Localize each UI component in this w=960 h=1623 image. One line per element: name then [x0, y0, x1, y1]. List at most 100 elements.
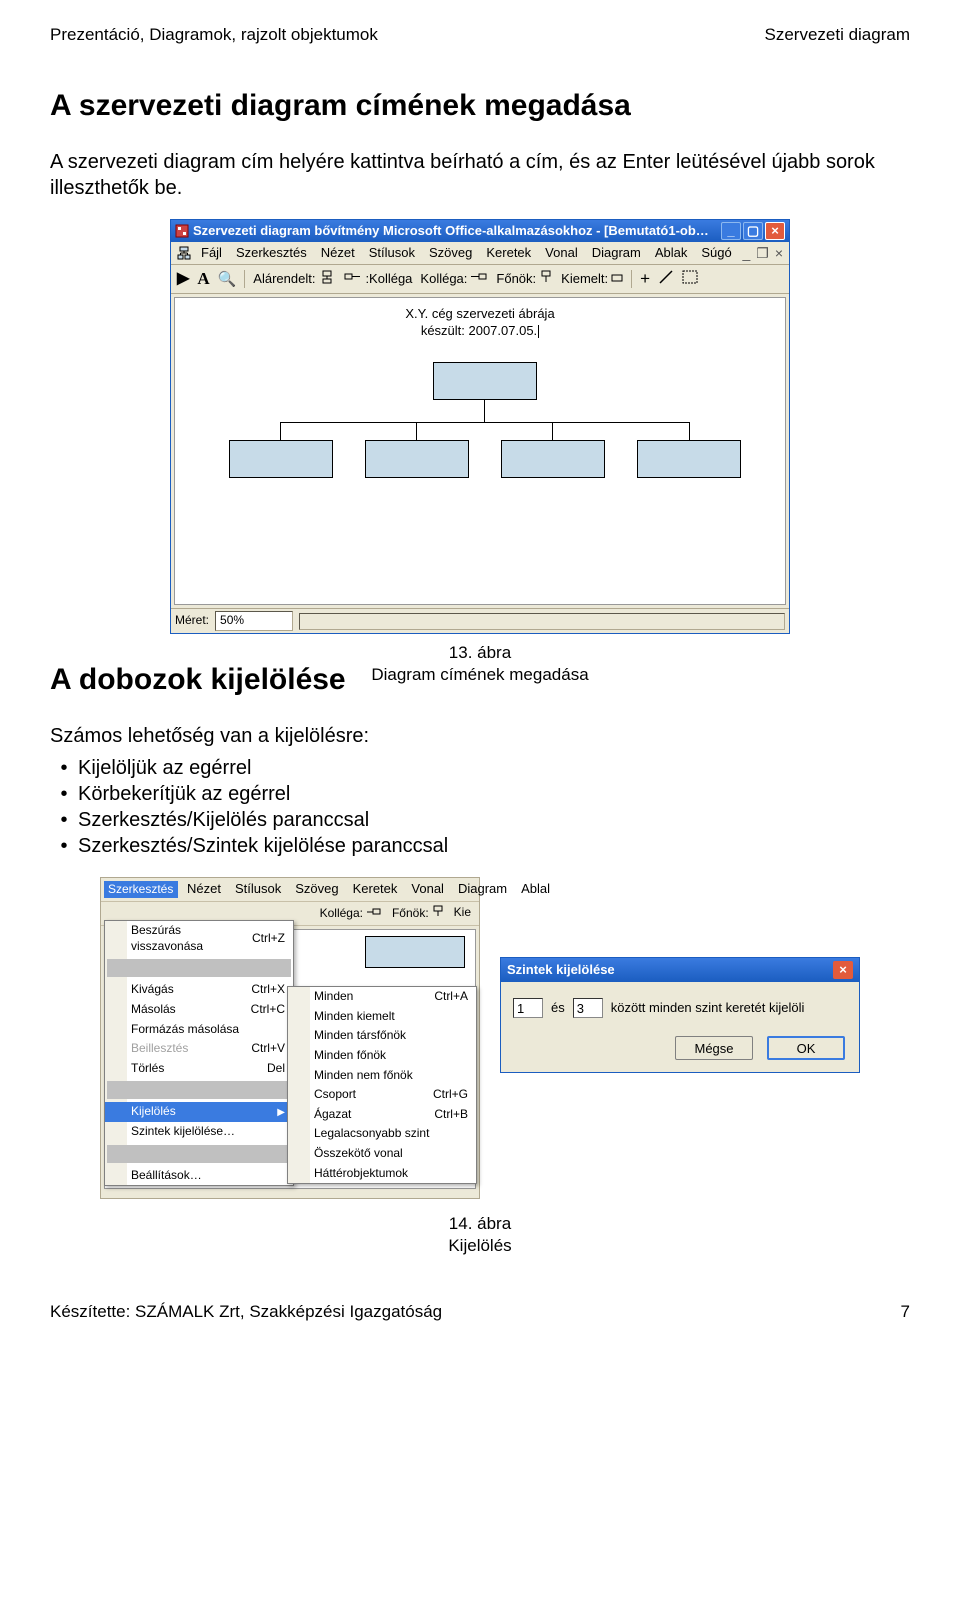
minimize-button[interactable]: _ — [721, 222, 741, 240]
maximize-button[interactable]: ▢ — [743, 222, 763, 240]
menu2-keretek[interactable]: Keretek — [353, 881, 398, 898]
levels-dialog: Szintek kijelölése × és között minden sz… — [500, 957, 860, 1073]
menu2-szoveg[interactable]: Szöveg — [295, 881, 338, 898]
sm-all-coworkers[interactable]: Minden társfőnök — [288, 1026, 476, 1046]
tool-colleague-right[interactable]: Kolléga: — [420, 271, 488, 288]
tool-line-icon[interactable] — [658, 269, 674, 290]
mdi-bar: Fájl Szerkesztés Nézet Stílusok Szöveg K… — [171, 242, 789, 265]
menu2-nezet[interactable]: Nézet — [187, 881, 221, 898]
tool-subordinate[interactable]: Alárendelt: — [253, 270, 336, 289]
colleague-left-icon — [344, 271, 362, 288]
menu-ablak[interactable]: Ablak — [655, 245, 688, 262]
dd-separator — [107, 1145, 291, 1163]
chart-title[interactable]: X.Y. cég szervezeti ábrája készült: 2007… — [175, 306, 785, 340]
page-header: Prezentáció, Diagramok, rajzolt objektum… — [50, 24, 910, 46]
menu-szerkesztes-highlight[interactable]: Szerkesztés — [104, 881, 178, 898]
toolbar: ▶ A 🔍 Alárendelt: :Kolléga Kolléga: Főnö… — [171, 265, 789, 294]
bullet-item: Körbekerítjük az egérrel — [50, 781, 910, 807]
dd-copy[interactable]: MásolásCtrl+C — [105, 1000, 293, 1020]
sm-all[interactable]: MindenCtrl+A — [288, 987, 476, 1007]
mdi-minimize-icon[interactable]: _ — [742, 244, 750, 262]
org-box[interactable] — [365, 936, 465, 968]
window-titlebar[interactable]: Szervezeti diagram bővítmény Microsoft O… — [171, 220, 789, 242]
dialog-close-button[interactable]: × — [833, 961, 853, 979]
sm-all-nonmanagers[interactable]: Minden nem főnök — [288, 1066, 476, 1086]
dialog-titlebar[interactable]: Szintek kijelölése × — [501, 958, 859, 982]
bullet-list: Kijelöljük az egérrel Körbekerítjük az e… — [50, 755, 910, 859]
pointer-tool-icon[interactable]: ▶ — [177, 269, 189, 290]
dd-separator — [107, 959, 291, 977]
menu-nezet[interactable]: Nézet — [321, 245, 355, 262]
zoom-tool-icon[interactable]: 🔍 — [218, 270, 237, 290]
dd-settings[interactable]: Beállítások… — [105, 1166, 293, 1186]
menu2-diagram[interactable]: Diagram — [458, 881, 507, 898]
orgchart-window: Szervezeti diagram bővítmény Microsoft O… — [170, 219, 790, 634]
menu-szoveg[interactable]: Szöveg — [429, 245, 472, 262]
app-icon — [175, 224, 189, 238]
page-number: 7 — [901, 1301, 910, 1323]
org-box-root[interactable] — [433, 362, 537, 400]
close-button[interactable]: × — [765, 222, 785, 240]
sm-branch[interactable]: ÁgazatCtrl+B — [288, 1105, 476, 1125]
chart-canvas[interactable]: X.Y. cég szervezeti ábrája készült: 2007… — [174, 297, 786, 605]
sm-all-highlighted[interactable]: Minden kiemelt — [288, 1007, 476, 1027]
sm-background[interactable]: Háttérobjektumok — [288, 1164, 476, 1184]
status-label: Méret: — [175, 613, 209, 629]
mdi-restore-icon[interactable]: ❐ — [756, 244, 769, 262]
dialog-rest-label: között minden szint keretét kijelöli — [611, 1000, 805, 1017]
menu-keretek[interactable]: Keretek — [486, 245, 531, 262]
chevron-right-icon: ▶ — [277, 1106, 285, 1119]
menu-stilusok[interactable]: Stílusok — [369, 245, 415, 262]
cancel-button[interactable]: Mégse — [675, 1036, 753, 1060]
bullet-item: Kijelöljük az egérrel — [50, 755, 910, 781]
bullet-item: Szerkesztés/Szintek kijelölése paranccsa… — [50, 833, 910, 859]
level-from-input[interactable] — [513, 998, 543, 1018]
menu-sugo[interactable]: Súgó — [701, 245, 731, 262]
zoom-value[interactable]: 50% — [215, 611, 293, 631]
section1-paragraph: A szervezeti diagram cím helyére kattint… — [50, 149, 910, 201]
dd-select[interactable]: Kijelölés▶ — [105, 1102, 293, 1122]
menu-diagram[interactable]: Diagram — [592, 245, 641, 262]
footer-left: Készítette: SZÁMALK Zrt, Szakképzési Iga… — [50, 1301, 442, 1323]
mdi-icon — [177, 246, 191, 260]
section1-title: A szervezeti diagram címének megadása — [50, 86, 910, 125]
menu-bar: Fájl Szerkesztés Nézet Stílusok Szöveg K… — [201, 245, 732, 262]
dd-select-levels[interactable]: Szintek kijelölése… — [105, 1122, 293, 1142]
menu2-stilusok[interactable]: Stílusok — [235, 881, 281, 898]
menu-szerkesztes[interactable]: Szerkesztés — [236, 245, 307, 262]
menu-vonal[interactable]: Vonal — [545, 245, 578, 262]
dd-cut[interactable]: KivágásCtrl+X — [105, 980, 293, 1000]
colleague-right-icon — [470, 271, 488, 288]
tool-plus-icon[interactable]: + — [640, 268, 650, 290]
window-title: Szervezeti diagram bővítmény Microsoft O… — [193, 223, 709, 240]
org-box-child[interactable] — [365, 440, 469, 478]
org-box-child[interactable] — [637, 440, 741, 478]
text-tool-icon[interactable]: A — [197, 268, 209, 290]
tool-rect-icon[interactable] — [682, 270, 698, 289]
level-to-input[interactable] — [573, 998, 603, 1018]
dd-copyformat[interactable]: Formázás másolása — [105, 1020, 293, 1040]
tool-highlight[interactable]: Kiemelt: — [561, 271, 623, 288]
tool2-kie[interactable]: Kie — [454, 905, 471, 922]
sm-lowest-level[interactable]: Legalacsonyabb szint — [288, 1124, 476, 1144]
dd-delete[interactable]: TörlésDel — [105, 1059, 293, 1079]
figure14-caption: 14. ábra Kijelölés — [50, 1213, 910, 1257]
ok-button[interactable]: OK — [767, 1036, 845, 1060]
menu2-ablal[interactable]: Ablal — [521, 881, 550, 898]
tool2-manager[interactable]: Főnök: — [392, 905, 444, 922]
sm-all-managers[interactable]: Minden főnök — [288, 1046, 476, 1066]
sm-group[interactable]: CsoportCtrl+G — [288, 1085, 476, 1105]
menu2-vonal[interactable]: Vonal — [411, 881, 444, 898]
manager-icon — [432, 905, 444, 922]
sm-connector[interactable]: Összekötő vonal — [288, 1144, 476, 1164]
org-box-child[interactable] — [229, 440, 333, 478]
mdi-close-icon[interactable]: × — [775, 244, 783, 262]
menu-fajl[interactable]: Fájl — [201, 245, 222, 262]
org-box-child[interactable] — [501, 440, 605, 478]
dd-undo[interactable]: Beszúrás visszavonásaCtrl+Z — [105, 921, 293, 956]
tool-manager[interactable]: Főnök: — [496, 270, 553, 289]
section2-intro: Számos lehetőség van a kijelölésre: — [50, 723, 910, 749]
org-chart — [215, 362, 745, 532]
tool-colleague-left[interactable]: :Kolléga — [344, 271, 412, 288]
tool2-colleague[interactable]: Kolléga: — [320, 905, 382, 922]
